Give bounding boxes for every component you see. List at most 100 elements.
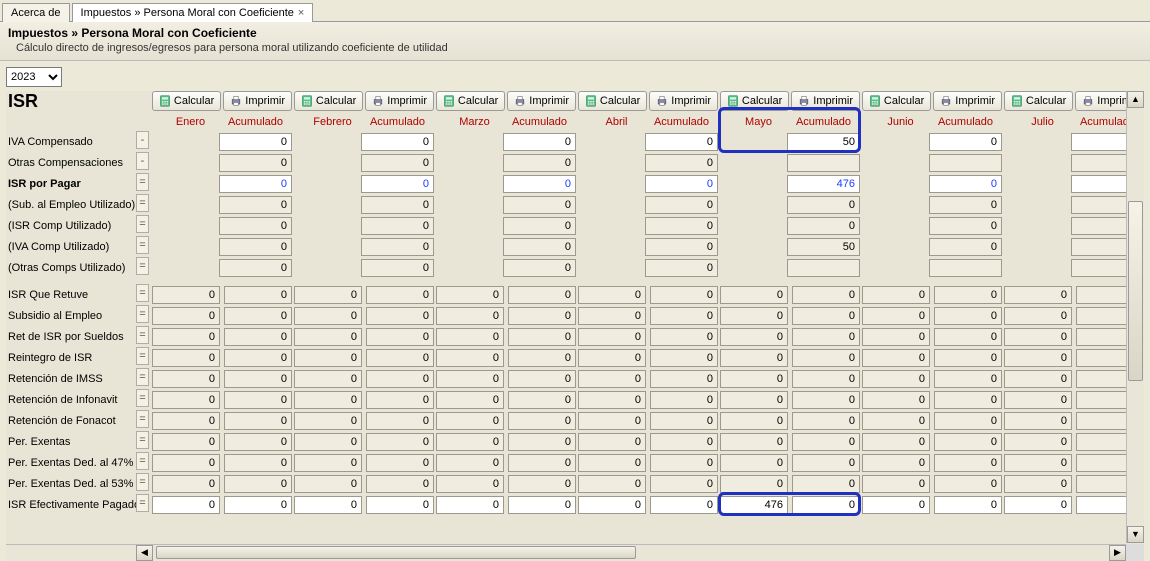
data-cell[interactable]: 0 [152,496,220,514]
tab-label: Acerca de [11,7,61,19]
months-area: Calcular Imprimir Enero Acumulado 000000… [136,91,1126,543]
calcular-button[interactable]: Calcular [862,91,931,111]
data-cell[interactable]: 476 [787,175,860,193]
calcular-button[interactable]: Calcular [578,91,647,111]
data-cell: 0 [862,286,930,304]
data-cell: 0 [862,433,930,451]
imprimir-button[interactable]: Imprimir [507,91,576,111]
year-select[interactable]: 2023 [6,67,62,87]
data-cell: 0 [934,307,1002,325]
data-cell: 0 [934,328,1002,346]
data-cell: 0 [934,454,1002,472]
tab-impuestos[interactable]: Impuestos » Persona Moral con Coeficient… [72,3,314,22]
data-cell: 0 [224,391,292,409]
data-cell[interactable]: 0 [645,133,718,151]
data-cell[interactable]: 0 [862,496,930,514]
calcular-button[interactable]: Calcular [720,91,789,111]
data-cell: 0 [934,433,1002,451]
data-cell[interactable]: 0 [361,133,434,151]
scroll-right-icon[interactable]: ▶ [1109,545,1126,561]
data-cell[interactable]: 0 [1076,496,1126,514]
data-cell[interactable]: 0 [929,133,1002,151]
tab-bar: Acerca de Impuestos » Persona Moral con … [0,0,1150,22]
data-cell[interactable]: 0 [578,496,646,514]
scroll-thumb[interactable] [156,546,636,559]
data-cell: 0 [366,349,434,367]
data-cell: 0 [294,286,362,304]
data-cell[interactable]: 0 [436,496,504,514]
scroll-down-icon[interactable]: ▼ [1127,526,1144,543]
scroll-up-icon[interactable]: ▲ [1127,91,1144,108]
data-cell: 0 [650,391,718,409]
calcular-button[interactable]: Calcular [436,91,505,111]
data-cell[interactable]: 0 [503,175,576,193]
data-cell: 0 [366,475,434,493]
data-cell[interactable]: 0 [934,496,1002,514]
imprimir-button[interactable]: Imprimir [223,91,292,111]
data-cell: 0 [361,154,434,172]
month-header: Abril [584,116,649,128]
vertical-scrollbar[interactable]: ▲ ▼ [1126,91,1144,543]
data-cell[interactable]: 0 [219,175,292,193]
calculator-icon [301,95,313,107]
imprimir-button[interactable]: Imprimir [933,91,1002,111]
row-label: (Sub. al Empleo Utilizado) [6,194,136,215]
data-cell[interactable]: 0 [294,496,362,514]
data-cell[interactable]: 476 [720,496,788,514]
data-cell[interactable]: 0 [1071,175,1126,193]
scroll-left-icon[interactable]: ◀ [136,545,153,561]
data-cell: 0 [294,349,362,367]
data-cell: 0 [929,217,1002,235]
data-cell: 0 [152,286,220,304]
data-cell: 0 [508,370,576,388]
scroll-thumb[interactable] [1128,201,1143,381]
data-cell[interactable]: 0 [929,175,1002,193]
data-cell: 0 [366,370,434,388]
data-cell: 0 [1004,433,1072,451]
data-cell: 0 [720,286,788,304]
data-cell: 0 [508,349,576,367]
close-icon[interactable]: × [298,7,304,19]
data-cell[interactable]: 0 [503,133,576,151]
data-cell[interactable]: 0 [650,496,718,514]
data-cell[interactable]: 0 [224,496,292,514]
data-cell[interactable]: 0 [792,496,860,514]
data-cell: 0 [436,328,504,346]
printer-icon [798,95,810,107]
data-cell: 0 [152,307,220,325]
calcular-button[interactable]: Calcular [294,91,363,111]
imprimir-button[interactable]: Imprimir [791,91,860,111]
row-label: Ret de ISR por Sueldos [6,326,136,347]
acum-header: Acumulado [1075,116,1126,128]
data-cell: 0 [720,433,788,451]
data-cell[interactable]: 50 [787,133,860,151]
calcular-button[interactable]: Calcular [152,91,221,111]
data-cell: 0 [503,217,576,235]
data-cell[interactable]: 0 [219,133,292,151]
data-cell: 0 [650,349,718,367]
data-cell: 0 [720,349,788,367]
data-cell[interactable]: 0 [508,496,576,514]
calculator-icon [159,95,171,107]
data-cell[interactable]: 0 [645,175,718,193]
data-cell[interactable]: 0 [1071,133,1126,151]
calcular-button[interactable]: Calcular [1004,91,1073,111]
imprimir-button[interactable]: Imprimir [649,91,718,111]
data-cell: 0 [219,238,292,256]
data-cell: 0 [1076,475,1126,493]
row-label: IVA Compensado [6,131,136,152]
data-cell: 0 [152,454,220,472]
data-cell: 0 [650,454,718,472]
tab-about[interactable]: Acerca de [2,3,70,22]
horizontal-scrollbar[interactable]: ◀ ▶ [6,544,1126,561]
row-labels: IVA CompensadoOtras CompensacionesISR po… [6,91,136,543]
data-cell[interactable]: 0 [1004,496,1072,514]
month-header: Enero [158,116,223,128]
data-cell[interactable]: 0 [361,175,434,193]
data-cell[interactable]: 0 [366,496,434,514]
imprimir-button[interactable]: Imprimir [1075,91,1126,111]
data-grid: ISR IVA CompensadoOtras CompensacionesIS… [6,91,1144,561]
imprimir-button[interactable]: Imprimir [365,91,434,111]
data-cell: 0 [792,286,860,304]
row-label: Retención de Infonavit [6,389,136,410]
